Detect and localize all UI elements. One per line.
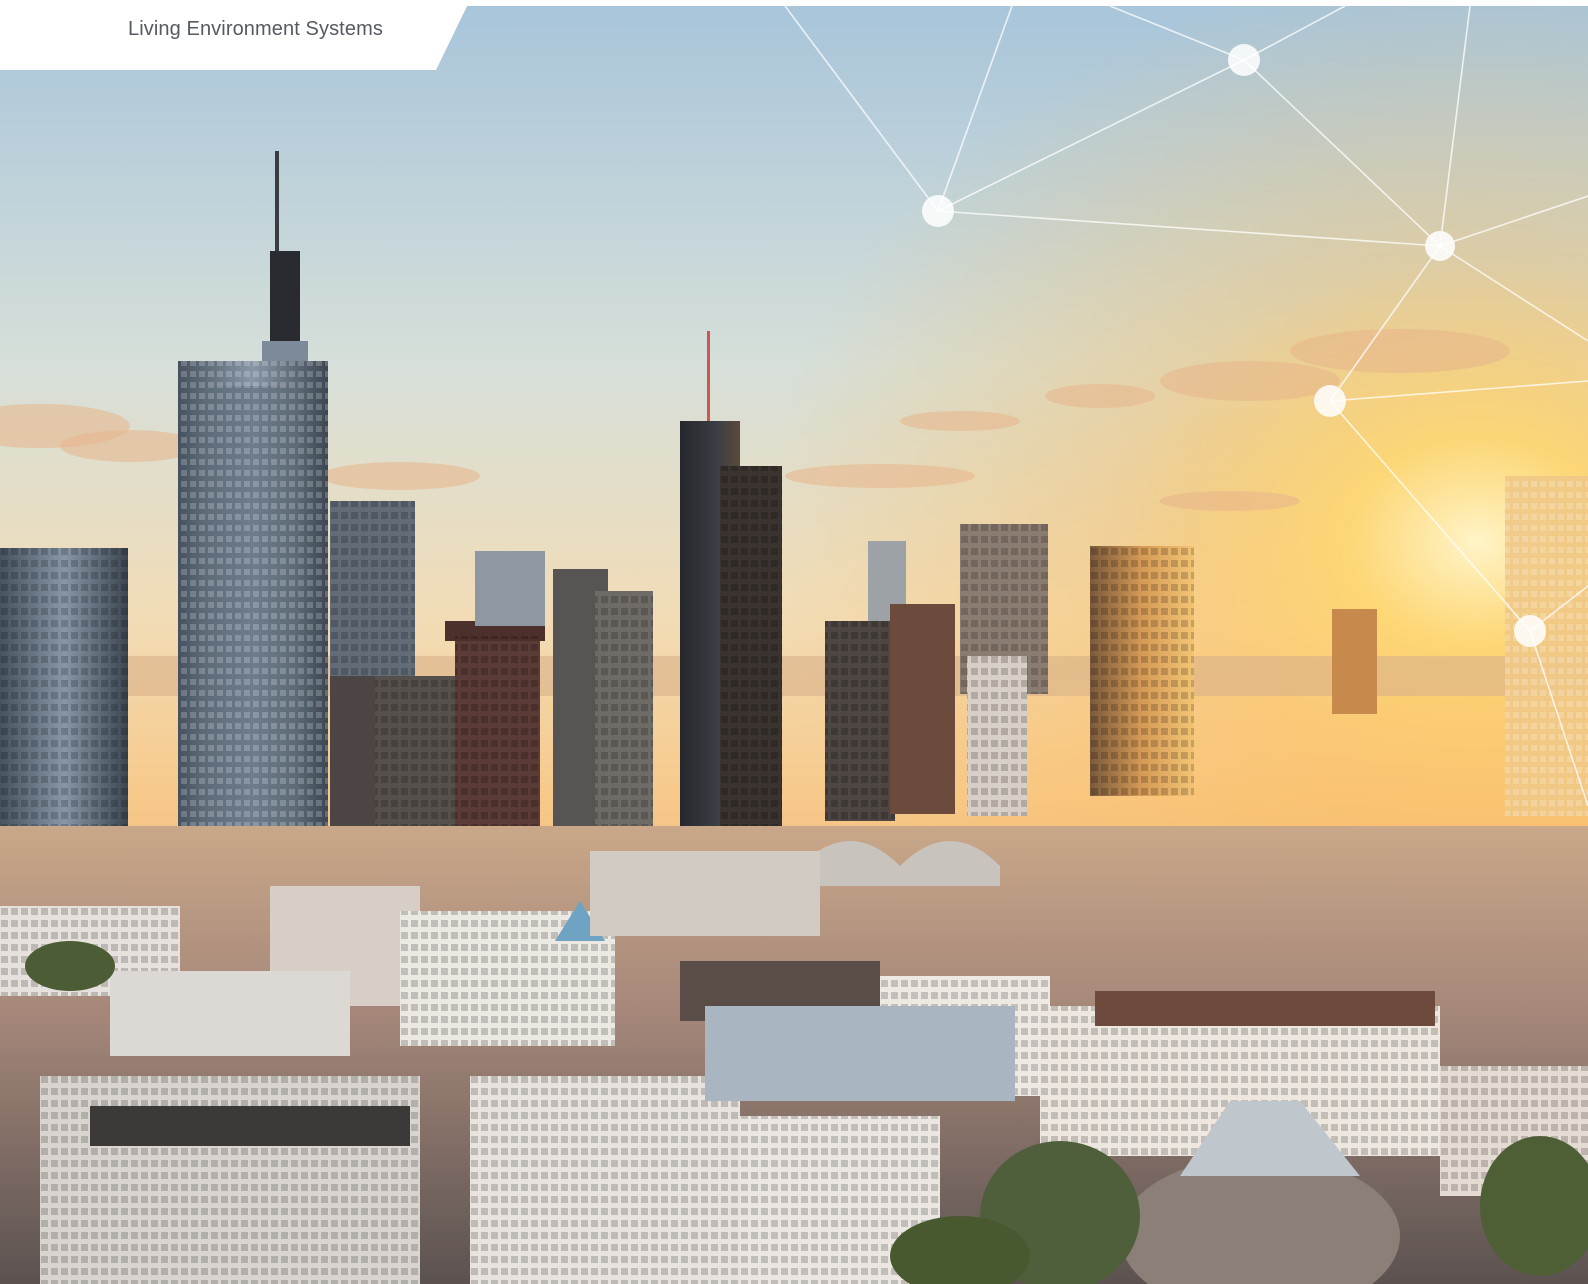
page: Living Environment Systems	[0, 0, 1588, 1284]
brand-label: Living Environment Systems	[128, 18, 383, 40]
city-skyline-illustration	[0, 6, 1588, 1284]
hero-image	[0, 6, 1588, 1284]
